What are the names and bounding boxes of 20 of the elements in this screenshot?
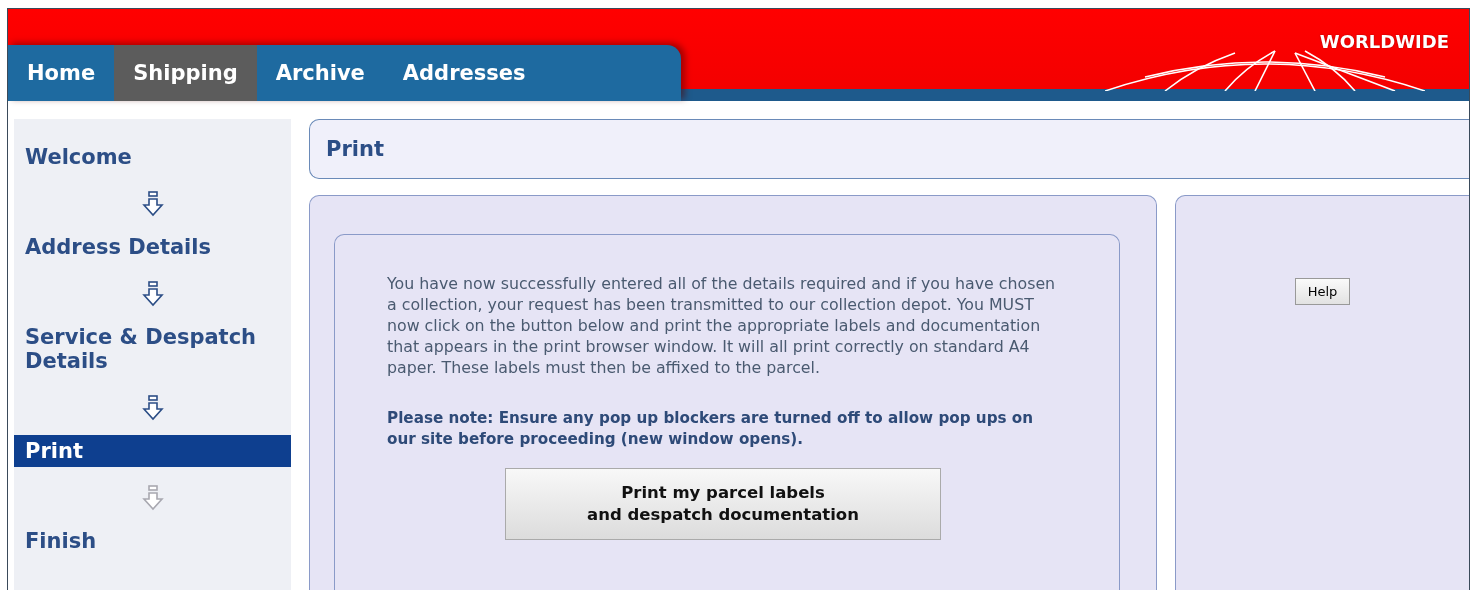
step-item[interactable]: Welcome xyxy=(14,141,291,173)
step-item[interactable]: Finish xyxy=(14,525,291,557)
nav-tab[interactable]: Archive xyxy=(256,45,384,101)
nav-tab[interactable]: Shipping xyxy=(114,45,257,101)
down-arrow-icon xyxy=(141,281,164,307)
page-title: Print xyxy=(309,119,1469,179)
step-item[interactable]: Address Details xyxy=(14,231,291,263)
nav-tab[interactable]: Home xyxy=(8,45,115,101)
logo-text: WORLDWIDE xyxy=(1319,31,1449,52)
down-arrow-icon xyxy=(141,395,164,421)
instructions-text: You have now successfully entered all of the details required and if you have chosen a collection, your request has been transmitted to our collection depot. You MUST now click on the button below and print the appropriate labels and documentation that appears in the print browser window. It will all print correctly on standard A4 paper. These labels must then be affixed to the parcel. xyxy=(387,273,1057,378)
print-labels-button[interactable]: Print my parcel labels and despatch documentation xyxy=(505,468,941,540)
down-arrow-icon xyxy=(141,191,164,217)
help-button[interactable]: Help xyxy=(1294,278,1351,305)
nav-tab[interactable]: Addresses xyxy=(383,45,545,101)
popup-note: Please note: Ensure any pop up blockers are turned off to allow pop ups on our site before proceeding (new window opens). xyxy=(387,408,1035,450)
globe-logo-icon xyxy=(1105,47,1425,91)
step-item[interactable]: Service & Despatch Details xyxy=(14,321,291,377)
step-item[interactable]: Print xyxy=(14,435,291,467)
down-arrow-icon xyxy=(141,485,164,511)
